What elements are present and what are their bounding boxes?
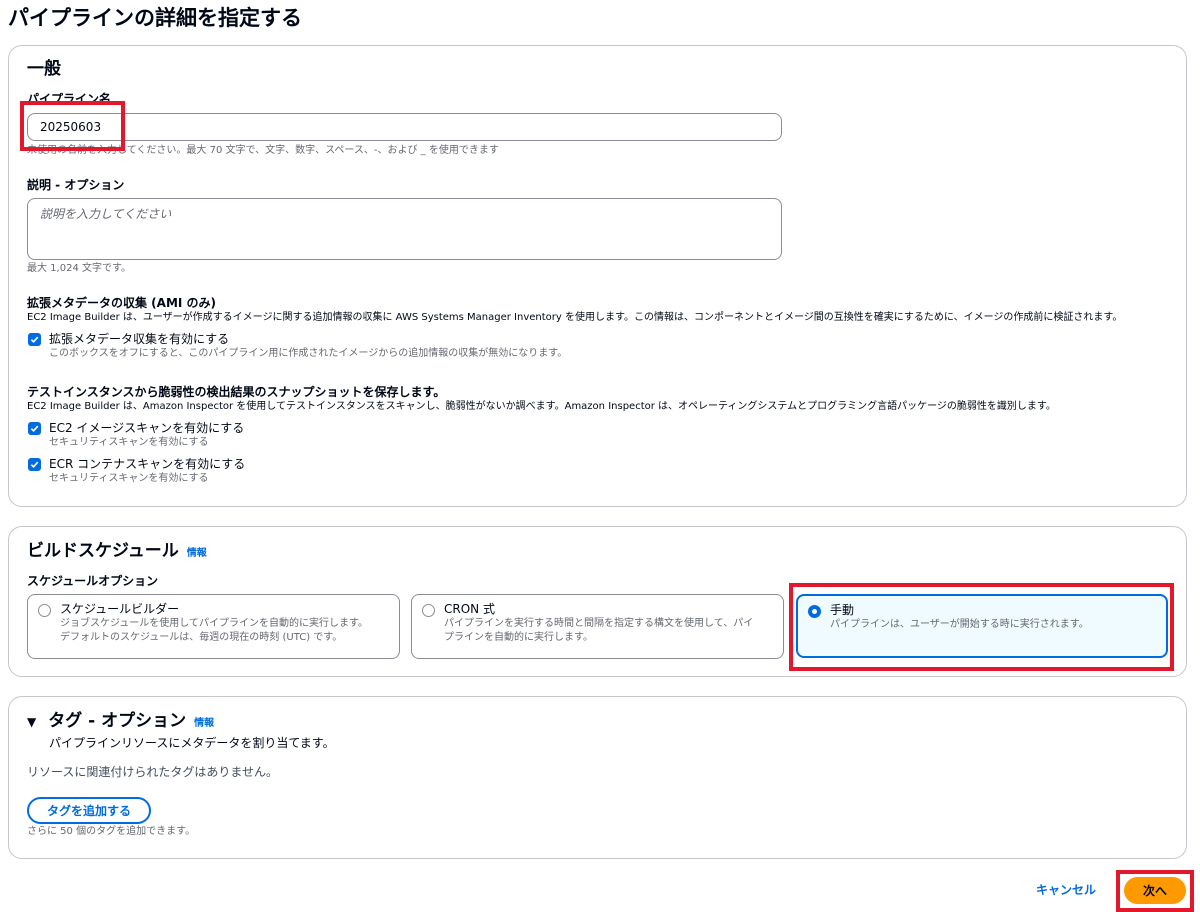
pipeline-name-input[interactable]: 20250603 <box>27 113 782 141</box>
schedule-option-cron[interactable]: CRON 式 パイプラインを実行する時間と間隔を指定する構文を使用して、パイ プ… <box>411 594 784 659</box>
option-description: ジョブスケジュールを使用してパイプラインを自動的に実行します。 デフォルトのスケ… <box>60 617 368 645</box>
schedule-info-link[interactable]: 情報 <box>187 544 207 559</box>
tags-subtitle: パイプラインリソースにメタデータを割り当てます。 <box>49 736 335 750</box>
highlight-next-button <box>1116 870 1194 912</box>
schedule-heading: ビルドスケジュール <box>27 541 179 561</box>
metadata-checkbox-label: 拡張メタデータ収集を有効にする <box>49 332 230 346</box>
schedule-options-label: スケジュールオプション <box>27 574 159 588</box>
highlight-pipeline-name <box>20 101 125 151</box>
option-desc-line: ジョブスケジュールを使用してパイプラインを自動的に実行します。 <box>60 618 368 629</box>
tags-section: ▼ タグ - オプション 情報 パイプラインリソースにメタデータを割り当てます。… <box>8 696 1187 859</box>
tags-info-link[interactable]: 情報 <box>194 714 214 729</box>
page-title: パイプラインの詳細を指定する <box>8 6 302 30</box>
ecr-scan-checkbox[interactable] <box>28 458 41 471</box>
ec2-scan-hint: セキュリティスキャンを有効にする <box>49 437 209 448</box>
option-desc-line: デフォルトのスケジュールは、毎週の現在の時刻 (UTC) です。 <box>60 632 343 643</box>
ecr-scan-label: ECR コンテナスキャンを有効にする <box>49 457 246 471</box>
tags-limit-hint: さらに 50 個のタグを追加できます。 <box>27 826 196 837</box>
ec2-scan-label: EC2 イメージスキャンを有効にする <box>49 421 245 435</box>
caret-down-icon: ▼ <box>27 715 37 729</box>
snapshot-label: テストインスタンスから脆弱性の検出結果のスナップショットを保存します。 <box>27 385 446 399</box>
option-title: CRON 式 <box>444 602 495 616</box>
highlight-manual-option <box>789 583 1174 671</box>
metadata-checkbox-hint: このボックスをオフにすると、このパイプライン用に作成されたイメージからの追加情報… <box>49 348 568 359</box>
ec2-scan-checkbox[interactable] <box>28 422 41 435</box>
option-description: パイプラインを実行する時間と間隔を指定する構文を使用して、パイ プラインを自動的… <box>444 617 753 645</box>
ecr-scan-hint: セキュリティスキャンを有効にする <box>49 473 209 484</box>
description-label: 説明 - オプション <box>27 178 125 192</box>
metadata-description: EC2 Image Builder は、ユーザーが作成するイメージに関する追加情… <box>27 312 1123 323</box>
option-title: スケジュールビルダー <box>60 602 180 616</box>
check-icon <box>30 336 39 344</box>
description-hint: 最大 1,024 文字です。 <box>27 263 131 274</box>
tags-heading: タグ - オプション <box>48 711 187 731</box>
check-icon <box>30 425 39 433</box>
cancel-link[interactable]: キャンセル <box>1036 881 1096 898</box>
metadata-label: 拡張メタデータの収集 (AMI のみ) <box>27 296 217 310</box>
radio-builder[interactable] <box>38 604 51 617</box>
tags-expander[interactable]: ▼ タグ - オプション 情報 <box>27 709 214 733</box>
tags-empty-message: リソースに関連付けられたタグはありません。 <box>27 765 279 779</box>
option-desc-line: パイプラインを実行する時間と間隔を指定する構文を使用して、パイ <box>444 618 754 629</box>
description-textarea[interactable]: 説明を入力してください <box>27 198 782 260</box>
check-icon <box>30 461 39 469</box>
snapshot-description: EC2 Image Builder は、Amazon Inspector を使用… <box>27 401 1056 412</box>
schedule-option-builder[interactable]: スケジュールビルダー ジョブスケジュールを使用してパイプラインを自動的に実行しま… <box>27 594 400 659</box>
general-heading: 一般 <box>27 59 61 79</box>
general-section: 一般 パイプライン名 20250603 未使用の名前を入力してください。最大 7… <box>8 45 1187 507</box>
add-tag-button[interactable]: タグを追加する <box>27 797 151 824</box>
radio-cron[interactable] <box>422 604 435 617</box>
option-desc-line: プラインを自動的に実行します。 <box>444 632 593 643</box>
metadata-checkbox[interactable] <box>28 333 41 346</box>
